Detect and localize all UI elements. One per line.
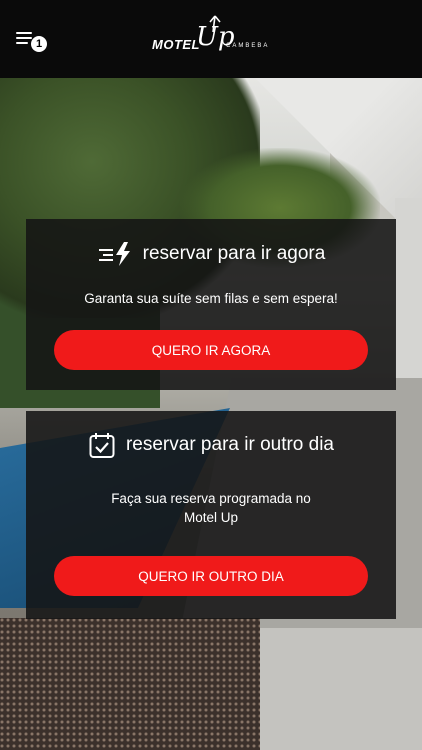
card-description: Garanta sua suíte sem filas e sem espera… xyxy=(84,291,338,306)
notification-badge: 1 xyxy=(31,36,47,52)
motel-up-logo: MOTEL Up CAMBEBA xyxy=(152,15,272,58)
menu-icon xyxy=(16,32,32,34)
card-description: Faça sua reserva programada no Motel Up xyxy=(111,491,311,525)
reserve-now-button[interactable]: QUERO IR AGORA xyxy=(54,330,368,370)
fast-lightning-icon xyxy=(98,242,130,266)
reserve-now-card: reservar para ir agora Garanta sua suíte… xyxy=(26,219,396,390)
card-title: reservar para ir outro dia xyxy=(125,434,335,455)
card-title: reservar para ir agora xyxy=(142,243,326,264)
calendar-check-icon xyxy=(89,433,115,458)
app-header: 1 MOTEL Up CAMBEBA xyxy=(0,0,422,78)
menu-button[interactable]: 1 xyxy=(16,28,50,54)
reserve-other-day-card: reservar para ir outro dia Faça sua rese… xyxy=(26,411,396,619)
reserve-other-day-button[interactable]: QUERO IR OUTRO DIA xyxy=(54,556,368,596)
